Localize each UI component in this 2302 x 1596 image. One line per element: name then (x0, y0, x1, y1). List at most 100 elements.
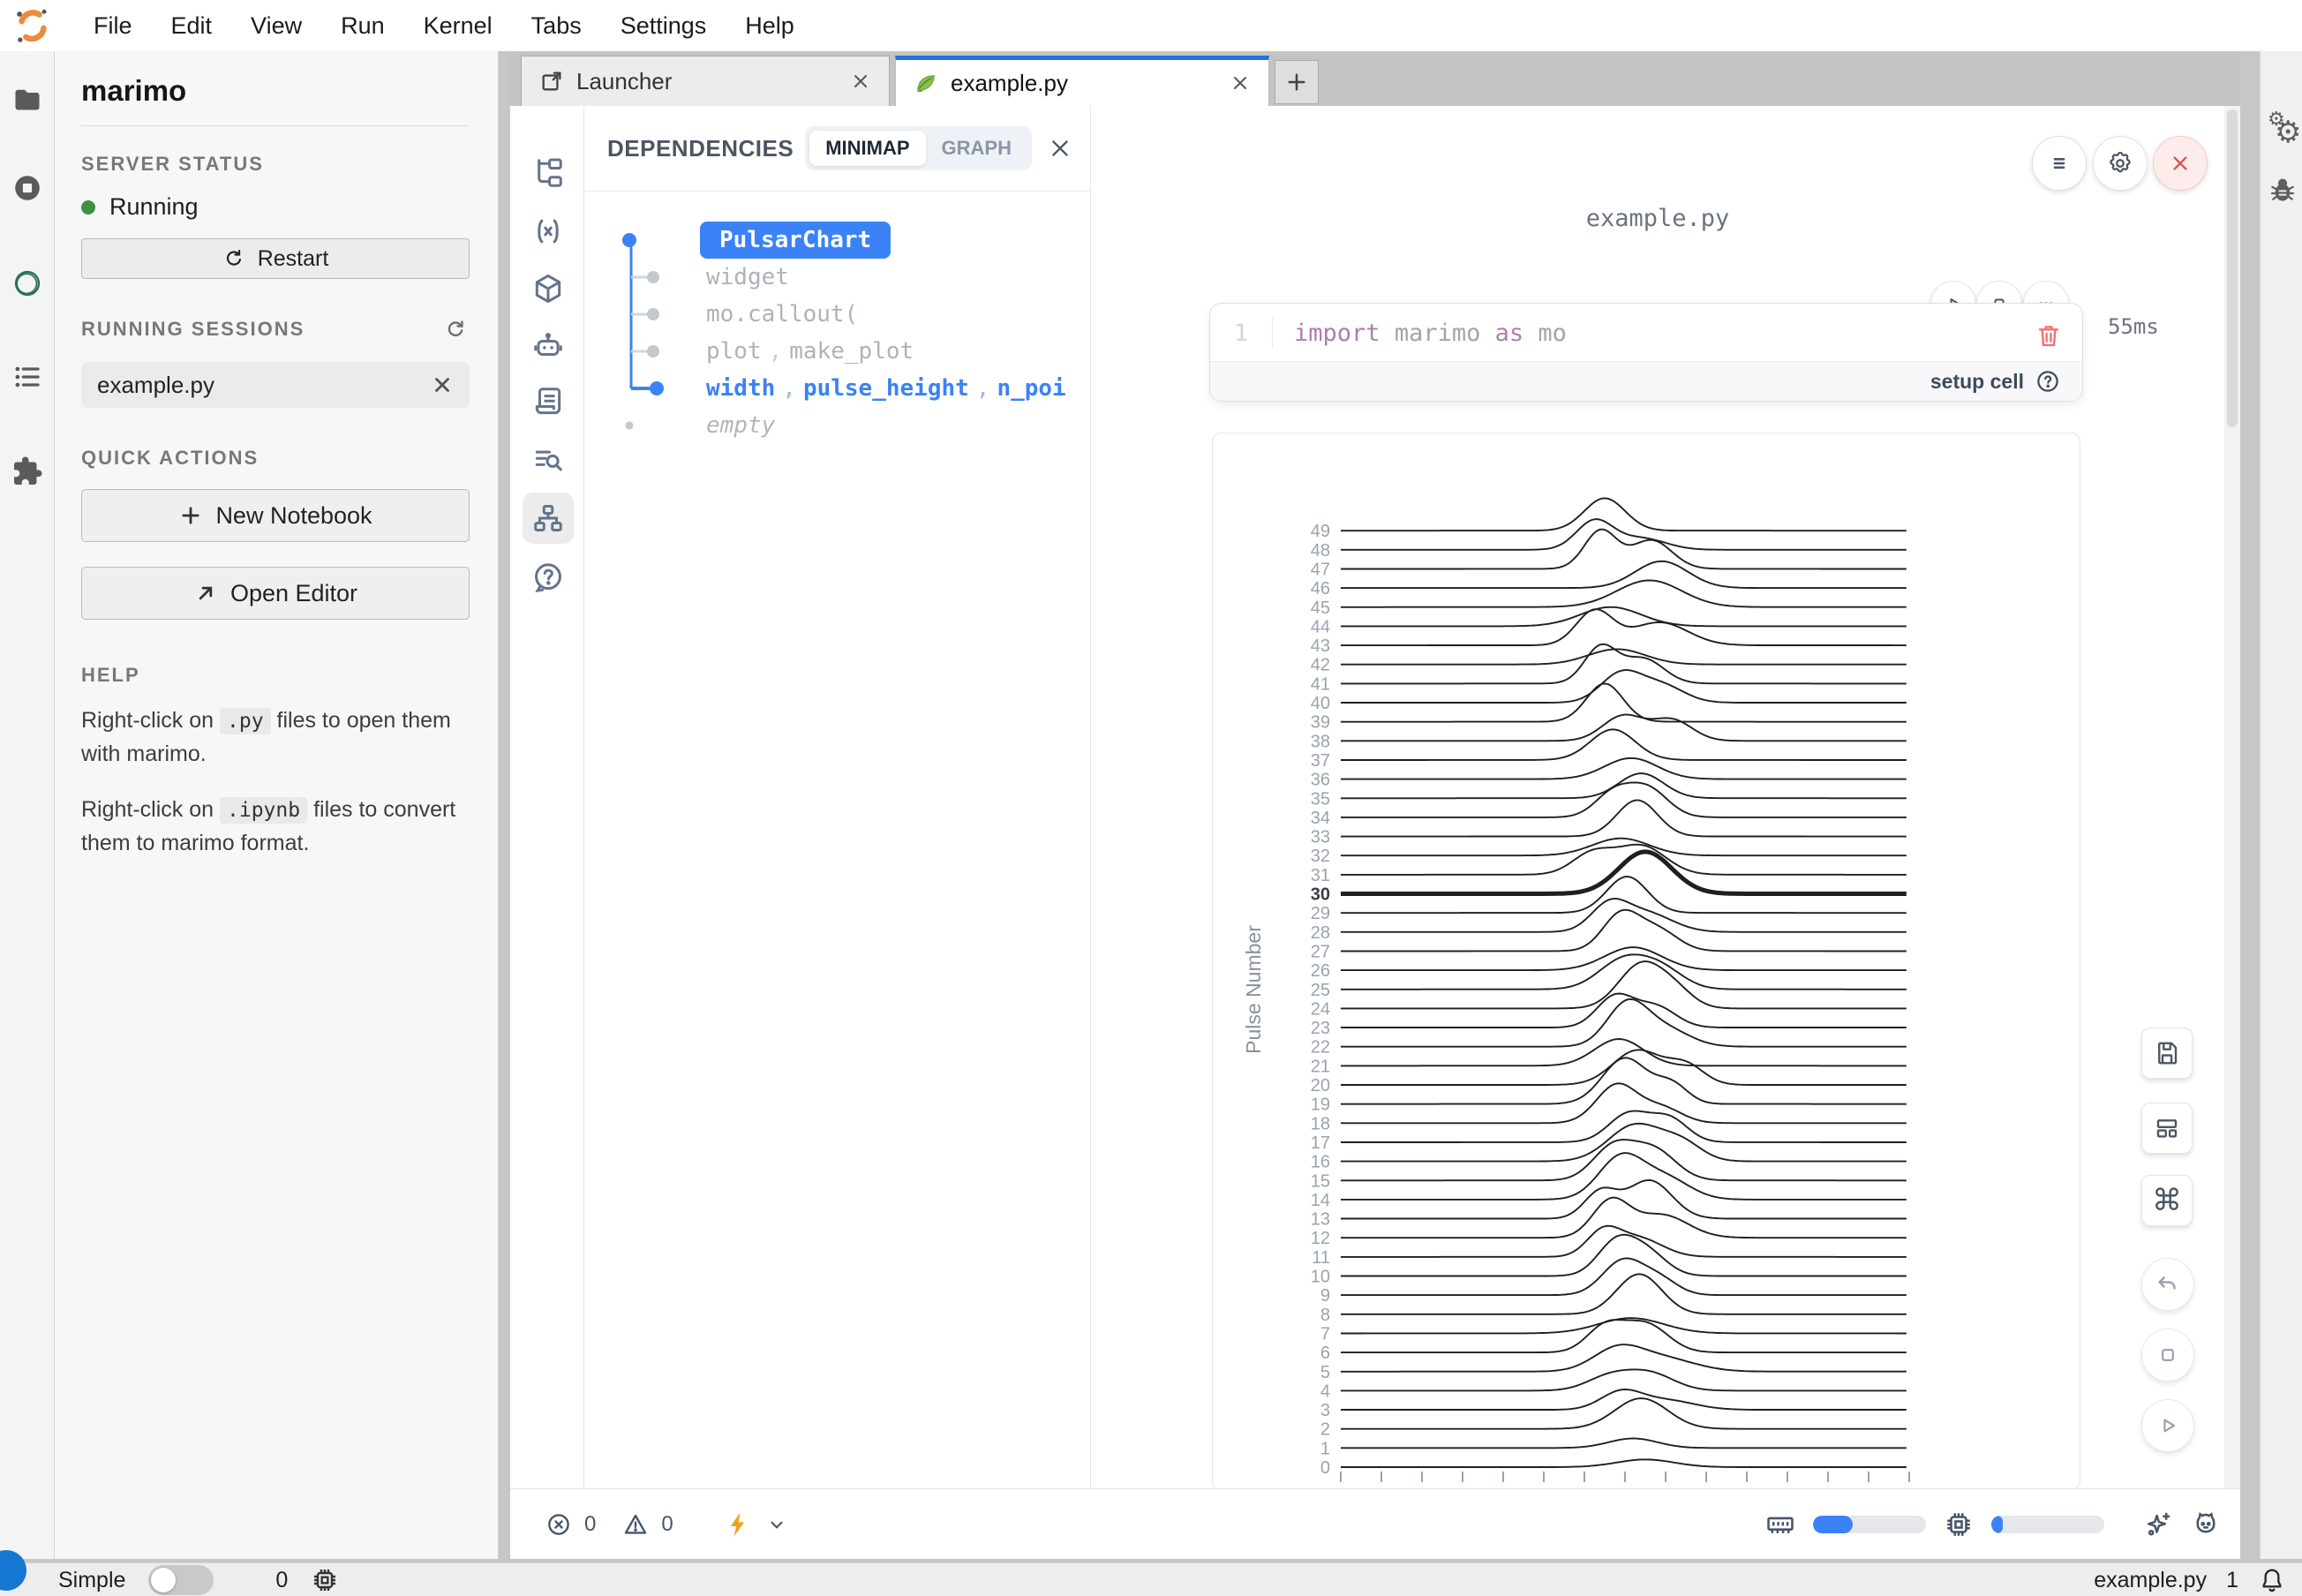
close-tab-icon[interactable] (1230, 72, 1251, 94)
command-icon: ⌘ (2152, 1186, 2182, 1216)
property-inspector-icon[interactable]: ⚙ ⚙ (2268, 113, 2298, 143)
kernels-chip-icon[interactable] (311, 1566, 339, 1594)
dependency-node[interactable]: plot,make_plot (706, 332, 914, 371)
code-line[interactable]: 1 import marimo as mo (1210, 304, 2082, 362)
toggle-minimap[interactable]: MINIMAP (809, 131, 925, 166)
notebook-menu-button[interactable] (2032, 136, 2087, 191)
setup-help-icon[interactable] (2035, 368, 2061, 395)
chevron-down-icon[interactable] (765, 1513, 788, 1536)
pulse-line-48 (1341, 519, 1907, 550)
menu-item-help[interactable]: Help (726, 0, 814, 51)
warnings-icon[interactable] (622, 1511, 649, 1538)
extensions-icon[interactable] (11, 455, 43, 487)
notification-count: 1 (2226, 1568, 2238, 1593)
marimo-logo-icon (12, 5, 53, 46)
pulse-line-49 (1341, 498, 1907, 531)
dependency-node[interactable]: empty (706, 406, 775, 445)
menu-item-view[interactable]: View (231, 0, 321, 51)
cpu-icon (1944, 1509, 1974, 1540)
close-panel-icon[interactable] (1048, 136, 1072, 161)
menu-item-run[interactable]: Run (321, 0, 404, 51)
menu-item-edit[interactable]: Edit (152, 0, 232, 51)
tab-example-py[interactable]: example.py (895, 56, 1269, 106)
toggle-graph[interactable]: GRAPH (926, 131, 1027, 166)
pulse-line-23 (1341, 994, 1907, 1028)
dependency-node[interactable]: PulsarChart (700, 221, 891, 260)
open-editor-button[interactable]: Open Editor (81, 567, 470, 620)
new-notebook-button[interactable]: New Notebook (81, 489, 470, 542)
dependency-label: width (706, 375, 775, 402)
pulse-line-14 (1341, 1153, 1907, 1200)
cpu-meter (1991, 1516, 2104, 1533)
marimo-sidebar-icon[interactable] (11, 267, 43, 299)
running-sessions-icon[interactable] (11, 172, 43, 204)
pulse-line-5 (1341, 1344, 1907, 1372)
kernel-power-icon[interactable] (725, 1510, 753, 1539)
dependency-node[interactable]: mo.callout( (706, 295, 858, 334)
dependency-label: widget (706, 264, 789, 290)
run-all-button[interactable] (2141, 1399, 2194, 1452)
dependency-node[interactable]: widget (706, 258, 789, 297)
svg-text:25: 25 (1311, 981, 1330, 1000)
copilot-icon[interactable] (2191, 1509, 2221, 1540)
svg-text:21: 21 (1311, 1057, 1330, 1076)
close-session-icon[interactable] (431, 373, 454, 396)
menu-bar: FileEditViewRunKernelTabsSettingsHelp (0, 0, 2302, 51)
close-tab-icon[interactable] (850, 71, 871, 92)
simple-mode-toggle[interactable] (148, 1565, 214, 1595)
setup-cell-label: setup cell (1930, 370, 2024, 394)
debugger-icon[interactable] (2268, 175, 2298, 205)
svg-text:3: 3 (1320, 1401, 1330, 1420)
package-icon[interactable] (531, 272, 565, 305)
menu-item-settings[interactable]: Settings (601, 0, 726, 51)
help-icon[interactable] (531, 561, 565, 594)
tab-launcher[interactable]: Launcher (521, 56, 890, 106)
interrupt-button[interactable] (2141, 1329, 2194, 1381)
svg-text:26: 26 (1311, 961, 1330, 981)
ai-assistant-icon[interactable] (531, 329, 565, 363)
notebook-settings-button[interactable] (2093, 136, 2148, 191)
ai-sparkle-icon[interactable] (2143, 1509, 2173, 1540)
bell-icon[interactable] (2258, 1566, 2286, 1594)
ram-meter (1813, 1516, 1926, 1533)
pulse-line-19 (1341, 1058, 1907, 1103)
variables-icon[interactable] (531, 215, 565, 248)
pulse-line-31 (1341, 845, 1907, 875)
delete-cell-icon[interactable] (2035, 321, 2063, 350)
menu-item-tabs[interactable]: Tabs (512, 0, 601, 51)
errors-icon[interactable] (545, 1511, 572, 1538)
refresh-sessions-icon[interactable] (443, 316, 470, 343)
dock-content: DEPENDENCIES MINIMAP GRAPH (510, 106, 2240, 1488)
session-item[interactable]: example.py (81, 362, 470, 408)
layout-button[interactable] (2141, 1103, 2193, 1154)
logs-icon[interactable] (531, 385, 565, 418)
dependency-graph-icon[interactable] (531, 501, 565, 535)
plus-icon (178, 503, 203, 528)
search-list-icon[interactable] (531, 442, 565, 476)
table-of-contents-icon[interactable] (11, 361, 43, 393)
menu-item-kernel[interactable]: Kernel (404, 0, 512, 51)
restart-button[interactable]: Restart (81, 238, 470, 279)
svg-text:27: 27 (1311, 942, 1330, 961)
hamburger-icon (2046, 150, 2073, 177)
scrollbar-thumb[interactable] (2227, 109, 2238, 427)
setup-cell[interactable]: 1 import marimo as mo (1209, 303, 2083, 402)
shutdown-button[interactable] (2153, 136, 2208, 191)
divider (81, 125, 470, 126)
pulse-line-44 (1341, 607, 1907, 627)
command-palette-button[interactable]: ⌘ (2141, 1175, 2193, 1226)
marimo-leaf-icon (914, 71, 938, 95)
server-status-label: SERVER STATUS (81, 153, 470, 176)
svg-text:38: 38 (1311, 732, 1330, 751)
file-browser-icon[interactable] (11, 84, 43, 116)
dependency-node[interactable]: width,pulse_height,n_poi (706, 369, 1066, 408)
menu-item-file[interactable]: File (74, 0, 152, 51)
save-button[interactable] (2141, 1028, 2193, 1079)
svg-text:44: 44 (1311, 617, 1330, 636)
file-tree-icon[interactable] (531, 156, 565, 190)
notebook-scrollbar[interactable] (2224, 106, 2240, 1488)
undo-button[interactable] (2141, 1258, 2194, 1311)
pulse-line-34 (1341, 783, 1907, 817)
resource-meters (1765, 1489, 2221, 1560)
new-tab-button[interactable] (1275, 60, 1319, 104)
